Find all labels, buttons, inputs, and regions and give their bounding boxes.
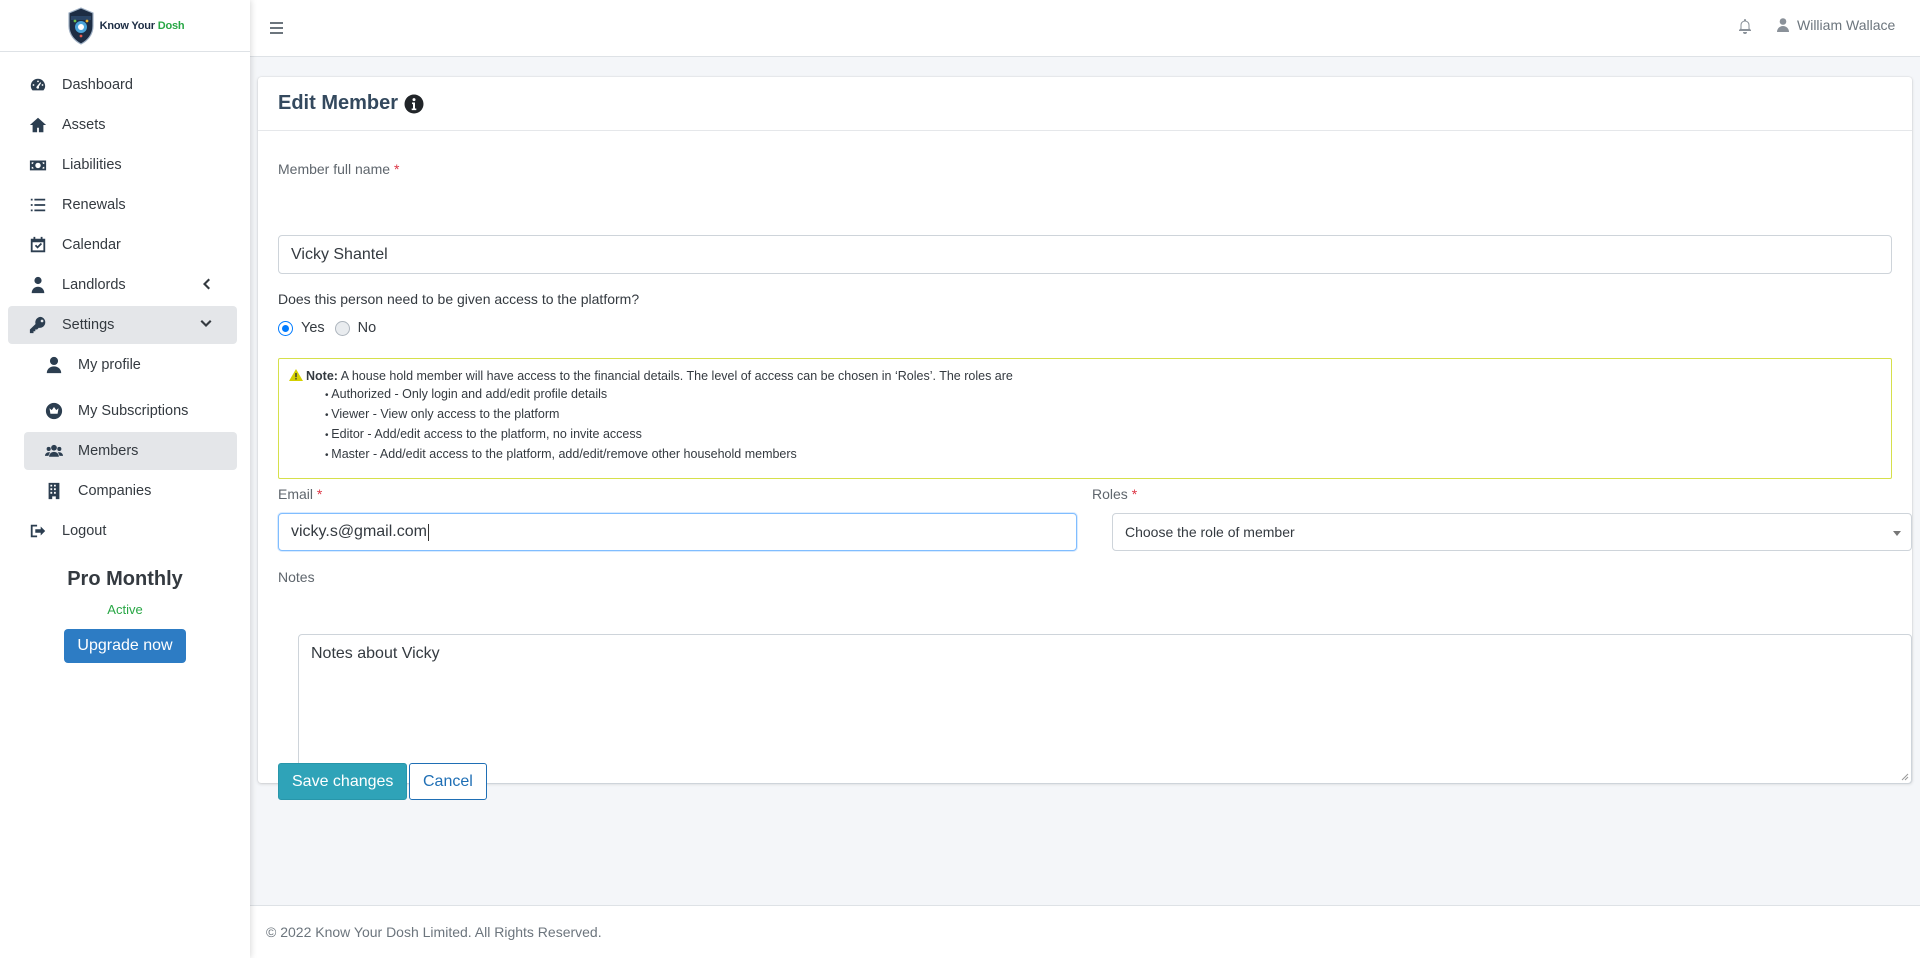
sidebar-item-label: Liabilities xyxy=(62,157,122,173)
key-icon xyxy=(28,316,48,334)
user-name: William Wallace xyxy=(1797,17,1896,33)
sidebar-item-label: Calendar xyxy=(62,237,121,253)
sidebar-item-calendar[interactable]: Calendar xyxy=(8,226,237,264)
note-text: A house hold member will have access to … xyxy=(337,369,1013,383)
notes-textarea[interactable]: Notes about Vicky xyxy=(298,634,1912,784)
full-name-label: Member full name xyxy=(278,161,391,177)
resize-handle-icon[interactable] xyxy=(1901,773,1909,781)
user-menu[interactable]: William Wallace xyxy=(1777,17,1895,33)
sidebar-nav: Dashboard Assets Liabilities Renewals Ca… xyxy=(0,52,250,550)
sidebar-item-dashboard[interactable]: Dashboard xyxy=(8,66,237,104)
note-prefix: Note: xyxy=(306,369,338,383)
roles-list: Authorized - Only login and add/edit pro… xyxy=(289,385,1881,465)
sidebar-item-label: Logout xyxy=(62,523,107,539)
text-caret xyxy=(427,523,429,541)
building-icon xyxy=(44,482,64,500)
required-mark: * xyxy=(316,486,323,502)
tachometer-icon xyxy=(28,76,48,94)
card-header: Edit Member xyxy=(258,77,1912,131)
list-icon xyxy=(28,196,48,214)
access-no-radio[interactable] xyxy=(334,320,350,336)
bell-icon[interactable] xyxy=(1738,18,1752,34)
brand-name: Know Your xyxy=(99,19,155,32)
email-label: Email xyxy=(278,486,314,502)
brand[interactable]: Know Your Dosh xyxy=(0,0,250,52)
edit-member-card: Edit Member Member full name * Vicky Sha… xyxy=(258,77,1912,800)
roles-label: Roles xyxy=(1092,486,1128,502)
save-button[interactable]: Save changes xyxy=(278,763,408,800)
brand-name-accent: Dosh xyxy=(157,19,185,32)
list-item: Viewer - View only access to the platfor… xyxy=(325,405,1881,425)
sidebar-item-label: Companies xyxy=(78,483,152,499)
sidebar-item-label: Renewals xyxy=(62,197,126,213)
sidebar-item-landlords[interactable]: Landlords xyxy=(8,266,237,304)
sidebar-item-label: Landlords xyxy=(62,277,126,293)
shield-logo-icon xyxy=(67,6,94,45)
required-mark: * xyxy=(1131,486,1138,502)
access-radio-group: Yes No xyxy=(278,320,376,336)
sidebar-item-settings[interactable]: Settings xyxy=(8,306,237,344)
card-body: Member full name * Vicky Shantel Does th… xyxy=(258,131,1912,800)
home-icon xyxy=(28,116,48,134)
chevron-left-icon xyxy=(199,277,213,291)
sidebar-item-label: My Subscriptions xyxy=(78,403,189,419)
users-icon xyxy=(44,442,64,460)
user-icon xyxy=(1777,18,1789,32)
sidebar-item-label: My profile xyxy=(78,357,141,373)
sidebar-item-label: Members xyxy=(78,443,139,459)
list-item: Master - Add/edit access to the platform… xyxy=(325,445,1881,465)
email-value: vicky.s@gmail.com xyxy=(291,523,427,540)
sidebar-item-members[interactable]: Members xyxy=(24,432,237,470)
warning-icon xyxy=(289,369,303,381)
plan-name: Pro Monthly xyxy=(67,568,183,590)
page-title: Edit Member xyxy=(278,92,399,114)
plan-panel: Pro Monthly Active Upgrade now xyxy=(0,568,250,663)
full-name-value: Vicky Shantel xyxy=(291,245,388,263)
caret-down-icon xyxy=(1893,531,1901,536)
sidebar-item-label: Dashboard xyxy=(62,77,133,93)
footer-copyright: © 2022 Know Your Dosh Limited. All Right… xyxy=(266,924,602,940)
footer: © 2022 Know Your Dosh Limited. All Right… xyxy=(250,905,1920,958)
sidebar-item-my-profile[interactable]: My profile xyxy=(24,346,237,384)
sidebar-item-logout[interactable]: Logout xyxy=(8,512,237,550)
required-mark: * xyxy=(393,161,400,177)
sidebar-item-companies[interactable]: Companies xyxy=(24,472,237,510)
roles-select[interactable]: Choose the role of member xyxy=(1112,513,1912,551)
list-item: Authorized - Only login and add/edit pro… xyxy=(325,385,1881,405)
sign-out-icon xyxy=(28,522,48,540)
upgrade-button[interactable]: Upgrade now xyxy=(64,629,186,663)
list-item: Editor - Add/edit access to the platform… xyxy=(325,425,1881,445)
user-icon xyxy=(44,356,64,374)
crown-icon xyxy=(44,402,64,420)
sidebar-item-renewals[interactable]: Renewals xyxy=(8,186,237,224)
email-field[interactable]: vicky.s@gmail.com xyxy=(278,513,1077,551)
access-yes-radio[interactable] xyxy=(278,320,293,336)
full-name-input[interactable]: Vicky Shantel xyxy=(278,235,1892,274)
topbar: William Wallace xyxy=(250,0,1920,57)
chevron-down-icon xyxy=(199,317,213,331)
menu-toggle-icon[interactable] xyxy=(270,22,283,34)
info-icon[interactable] xyxy=(404,94,424,114)
sidebar-item-label: Assets xyxy=(62,117,106,133)
sidebar-item-liabilities[interactable]: Liabilities xyxy=(8,146,237,184)
sidebar-item-assets[interactable]: Assets xyxy=(8,106,237,144)
user-tie-icon xyxy=(28,276,48,294)
access-no-label[interactable]: No xyxy=(358,320,377,336)
settings-submenu: My profile My Subscriptions Members Comp… xyxy=(8,346,237,510)
sidebar: Know Your Dosh Dashboard Assets Liabilit… xyxy=(0,0,250,958)
sidebar-item-my-subscriptions[interactable]: My Subscriptions xyxy=(24,392,237,430)
access-question: Does this person need to be given access… xyxy=(278,291,640,307)
cancel-button[interactable]: Cancel xyxy=(409,763,487,800)
calendar-check-icon xyxy=(28,236,48,254)
roles-select-value: Choose the role of member xyxy=(1125,524,1295,540)
notes-label: Notes xyxy=(278,569,315,585)
money-bill-icon xyxy=(28,156,48,174)
notes-value: Notes about Vicky xyxy=(311,645,440,662)
sidebar-item-label: Settings xyxy=(62,317,115,333)
access-yes-label[interactable]: Yes xyxy=(301,320,325,336)
roles-note: Note: A house hold member will have acce… xyxy=(278,358,1892,479)
plan-status: Active xyxy=(107,602,143,617)
